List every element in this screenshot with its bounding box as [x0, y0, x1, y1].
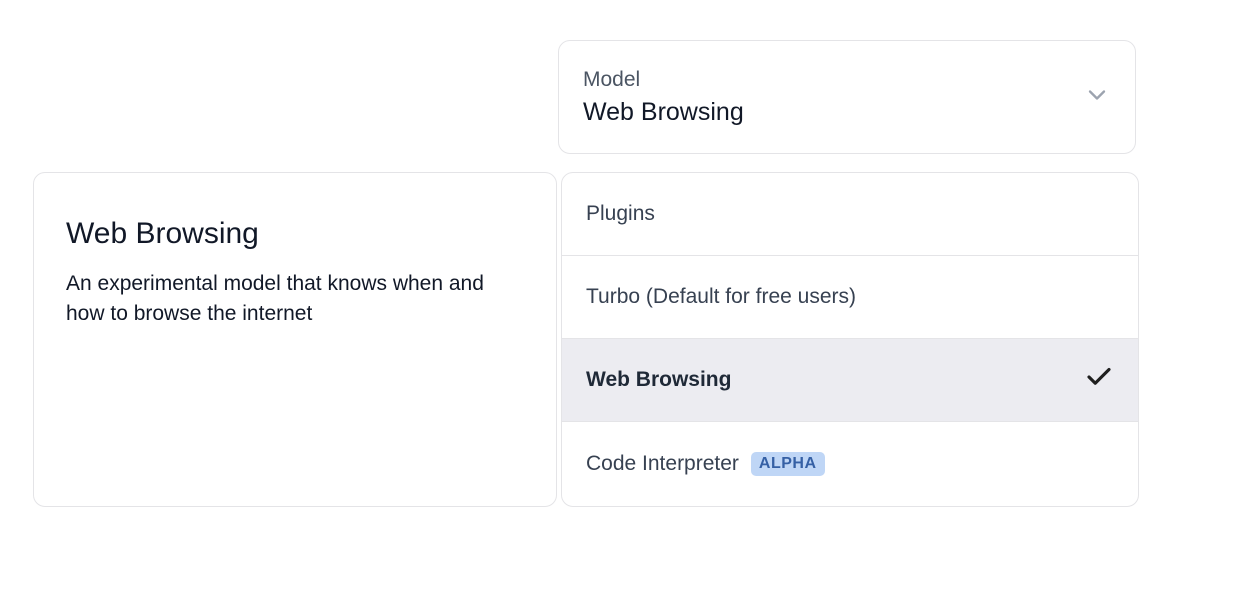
alpha-badge: ALPHA — [751, 452, 825, 476]
model-info-description: An experimental model that knows when an… — [66, 269, 524, 330]
model-option-label: Turbo (Default for free users) — [586, 285, 856, 309]
model-option-label: Plugins — [586, 202, 655, 226]
model-selector[interactable]: Model Web Browsing — [558, 40, 1136, 154]
model-option-label: Code Interpreter — [586, 452, 739, 476]
check-icon — [1084, 362, 1114, 398]
model-option-plugins[interactable]: Plugins — [562, 173, 1138, 256]
model-info-title: Web Browsing — [66, 217, 524, 251]
model-option-code-interpreter[interactable]: Code Interpreter ALPHA — [562, 422, 1138, 505]
chevron-down-icon — [1083, 81, 1111, 114]
model-option-web-browsing[interactable]: Web Browsing — [562, 339, 1138, 422]
model-option-turbo[interactable]: Turbo (Default for free users) — [562, 256, 1138, 339]
model-option-label: Web Browsing — [586, 368, 731, 392]
model-dropdown-list: Plugins Turbo (Default for free users) W… — [561, 172, 1139, 507]
model-selector-label: Model — [583, 68, 744, 92]
model-selector-value: Web Browsing — [583, 98, 744, 127]
model-info-panel: Web Browsing An experimental model that … — [33, 172, 557, 507]
